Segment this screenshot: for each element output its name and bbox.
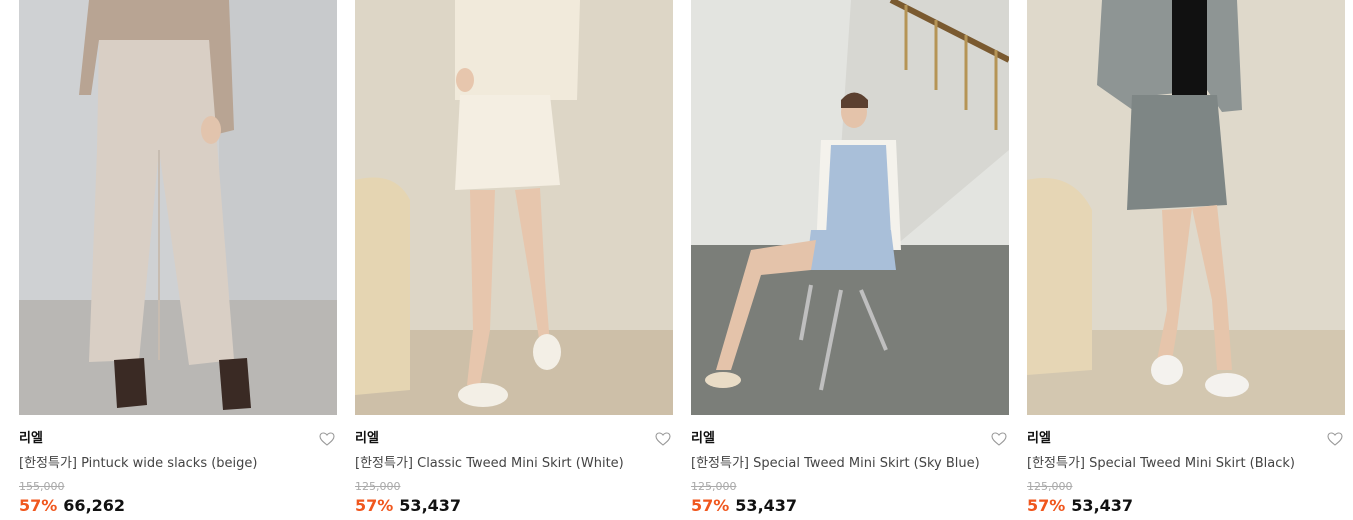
brand-name[interactable]: 리엘 — [691, 430, 715, 448]
product-card[interactable]: 리엘 [한정특가] Special Tweed Mini Skirt (Sky … — [691, 0, 1009, 520]
heart-outline-icon[interactable] — [991, 431, 1007, 447]
brand-row: 리엘 — [1027, 430, 1345, 448]
product-image[interactable] — [19, 0, 337, 415]
product-grid: 리엘 [한정특가] Pintuck wide slacks (beige) 15… — [0, 0, 1353, 520]
discount-rate: 57% — [1027, 496, 1066, 515]
product-image[interactable] — [1027, 0, 1345, 415]
brand-name[interactable]: 리엘 — [19, 430, 43, 448]
product-title[interactable]: [한정특가] Classic Tweed Mini Skirt (White) — [355, 455, 673, 473]
sale-price: 53,437 — [735, 496, 798, 515]
price-row: 57% 53,437 — [1027, 496, 1133, 516]
brand-name[interactable]: 리엘 — [355, 430, 379, 448]
product-image[interactable] — [355, 0, 673, 415]
original-price: 125,000 — [1027, 480, 1073, 493]
original-price: 155,000 — [19, 480, 65, 493]
brand-row: 리엘 — [355, 430, 673, 448]
product-title[interactable]: [한정특가] Pintuck wide slacks (beige) — [19, 455, 337, 473]
discount-rate: 57% — [355, 496, 394, 515]
price-row: 57% 53,437 — [691, 496, 797, 516]
product-image[interactable] — [691, 0, 1009, 415]
product-card[interactable]: 리엘 [한정특가] Pintuck wide slacks (beige) 15… — [19, 0, 337, 520]
brand-row: 리엘 — [691, 430, 1009, 448]
product-card[interactable]: 리엘 [한정특가] Special Tweed Mini Skirt (Blac… — [1027, 0, 1345, 520]
original-price: 125,000 — [355, 480, 401, 493]
sale-price: 66,262 — [63, 496, 126, 515]
sale-price: 53,437 — [1071, 496, 1134, 515]
sale-price: 53,437 — [399, 496, 462, 515]
price-row: 57% 66,262 — [19, 496, 125, 516]
heart-outline-icon[interactable] — [655, 431, 671, 447]
brand-name[interactable]: 리엘 — [1027, 430, 1051, 448]
brand-row: 리엘 — [19, 430, 337, 448]
original-price: 125,000 — [691, 480, 737, 493]
heart-outline-icon[interactable] — [1327, 431, 1343, 447]
discount-rate: 57% — [19, 496, 58, 515]
discount-rate: 57% — [691, 496, 730, 515]
product-title[interactable]: [한정특가] Special Tweed Mini Skirt (Sky Blu… — [691, 455, 1009, 473]
product-card[interactable]: 리엘 [한정특가] Classic Tweed Mini Skirt (Whit… — [355, 0, 673, 520]
heart-outline-icon[interactable] — [319, 431, 335, 447]
product-title[interactable]: [한정특가] Special Tweed Mini Skirt (Black) — [1027, 455, 1345, 473]
price-row: 57% 53,437 — [355, 496, 461, 516]
